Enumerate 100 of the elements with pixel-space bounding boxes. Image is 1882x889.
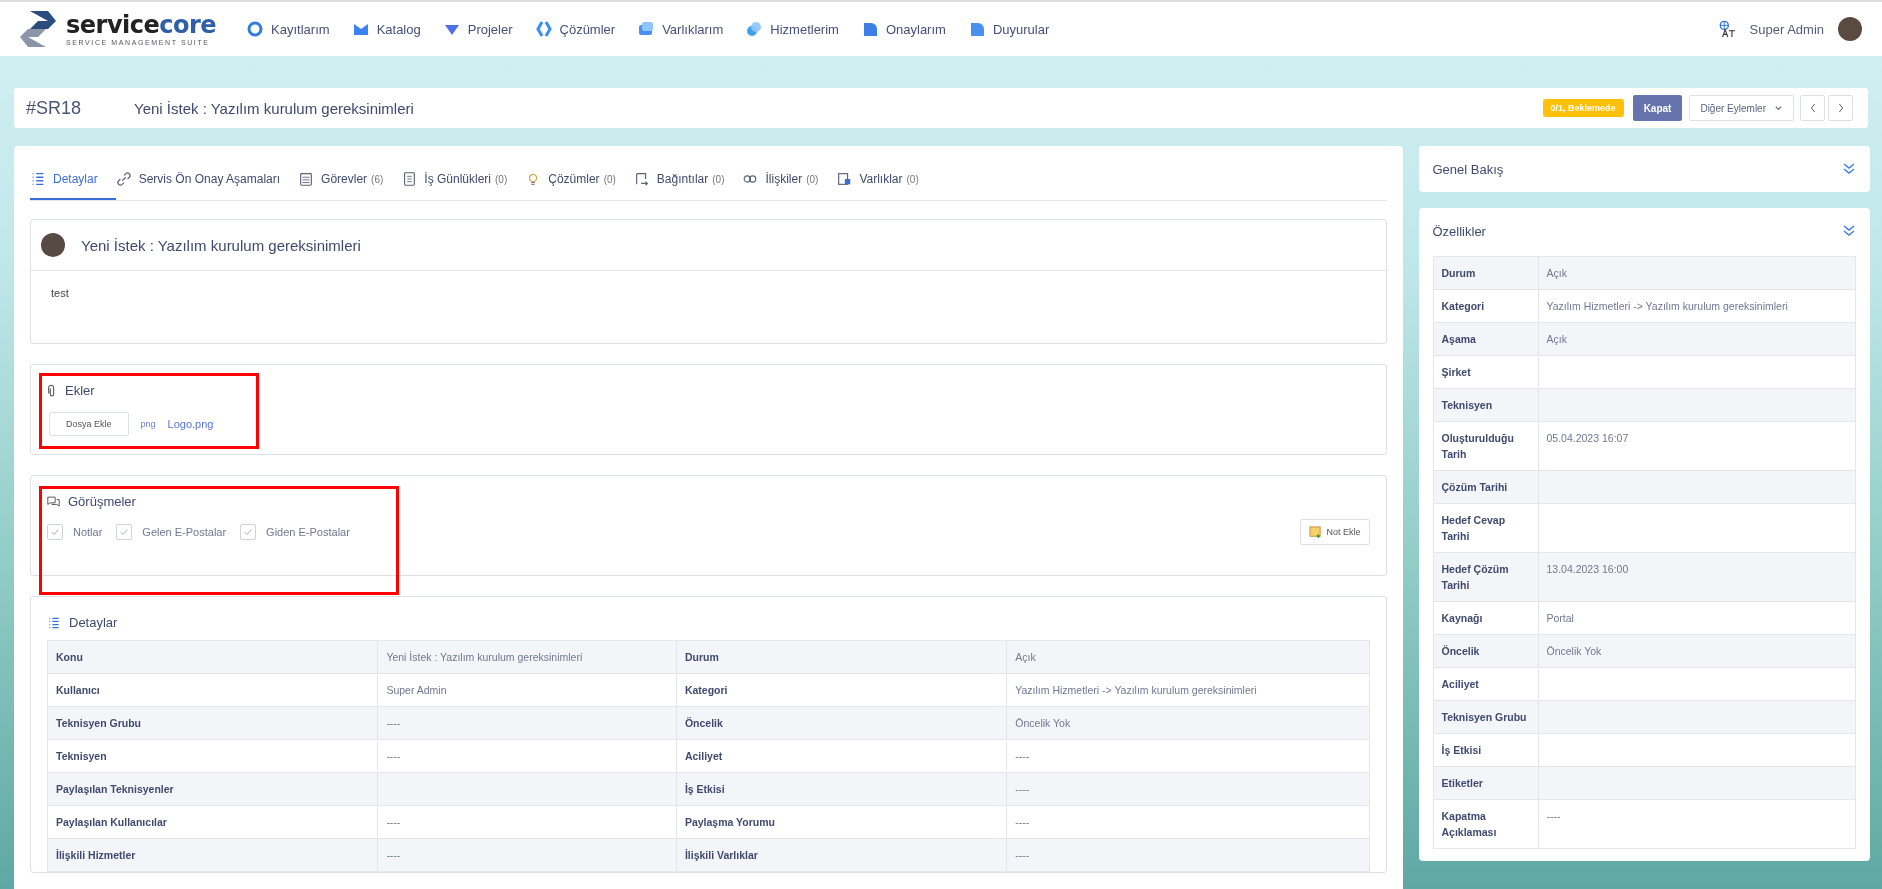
field-label: İlişkili Varlıklar: [684, 849, 758, 861]
property-label: Etiketler: [1441, 777, 1483, 789]
file-link[interactable]: Logo.png: [167, 418, 214, 430]
field-value: ----: [386, 750, 401, 762]
list-icon: [47, 615, 61, 630]
field-value: ----: [386, 849, 401, 861]
property-label: Aciliyet: [1441, 678, 1479, 690]
property-value: 13.04.2023 16:00: [1546, 563, 1629, 575]
checkmark-icon: [243, 527, 254, 537]
brand-name: servicecore: [66, 12, 217, 37]
field-label: Konu: [56, 651, 83, 663]
tab[interactable]: Çözümler (0): [525, 160, 634, 200]
property-label: Aşama: [1441, 333, 1476, 345]
field-label: Aciliyet: [684, 750, 723, 762]
field-label: Paylaşma Yorumu: [684, 816, 775, 828]
checkbox-label[interactable]: Gelen E-Postalar: [142, 526, 227, 538]
property-label: Kaynağı: [1441, 612, 1483, 624]
nav-item[interactable]: Varlıklarım: [662, 21, 724, 37]
double-chevron-icon[interactable]: [1842, 162, 1856, 176]
section-title: Ekler: [65, 383, 95, 398]
tab-icon: [633, 171, 650, 187]
add-note-button[interactable]: Not Ekle: [1300, 519, 1370, 545]
field-label: Teknisyen: [56, 750, 107, 762]
caret-icon: [1774, 103, 1783, 113]
close-request-button[interactable]: Kapat: [1632, 95, 1683, 121]
nav-item-icon: [637, 20, 656, 38]
field-label: Kullanıcı: [56, 684, 100, 696]
nav-item[interactable]: Çözümler: [559, 21, 616, 37]
logo-icon[interactable]: [18, 9, 58, 49]
panel-title[interactable]: Genel Bakış: [1432, 161, 1504, 177]
field-label: Paylaşılan Kullanıcılar: [56, 816, 167, 828]
tab[interactable]: Bağıntılar (0): [633, 160, 743, 200]
request-description: test: [51, 287, 69, 299]
field-value: Super Admin: [386, 684, 447, 696]
nav-item-icon: [246, 20, 265, 38]
tab[interactable]: Servis Ön Onay Aşamaları: [115, 160, 299, 200]
property-label: Teknisyen: [1441, 399, 1493, 411]
tab-icon: [401, 171, 418, 187]
nav-item[interactable]: Hizmetlerim: [770, 21, 839, 37]
user-name[interactable]: Super Admin: [1749, 21, 1824, 37]
tab[interactable]: Detaylar: [30, 160, 116, 200]
chevron-left-icon: [1808, 102, 1817, 114]
field-label: Paylaşılan Teknisyenler: [56, 783, 174, 795]
checkmark-icon: [50, 527, 60, 537]
field-label: İş Etkisi: [684, 783, 725, 795]
request-title: Yeni İstek : Yazılım kurulum gereksinimleri: [134, 99, 414, 117]
property-label: Öncelik: [1441, 645, 1480, 657]
property-label: Çözüm Tarihi: [1441, 481, 1508, 493]
property-label: Teknisyen Grubu: [1441, 711, 1527, 723]
add-file-button[interactable]: Dosya Ekle: [49, 412, 129, 436]
translate-icon[interactable]: [1717, 20, 1736, 38]
field-value: Açık: [1015, 651, 1036, 663]
panel-title[interactable]: Özellikler: [1432, 223, 1486, 239]
property-label: Hedef Cevap Tarihi: [1441, 514, 1506, 542]
section-title: Detaylar: [69, 615, 118, 630]
status-badge: 0/1, Beklemede: [1542, 99, 1624, 117]
property-value: Portal: [1546, 612, 1574, 624]
requester-avatar: [41, 233, 65, 257]
field-label: Durum: [684, 651, 719, 663]
field-value: ----: [1015, 849, 1030, 861]
tab[interactable]: Görevler (6): [298, 160, 402, 200]
property-label: Kategori: [1441, 300, 1485, 312]
chevron-right-icon: [1836, 102, 1845, 114]
tab[interactable]: İş Günlükleri (0): [401, 160, 526, 200]
tab[interactable]: İlişkiler (0): [742, 160, 837, 200]
property-value: Yazılım Hizmetleri -> Yazılım kurulum gereksinimleri: [1546, 300, 1788, 312]
property-value: Açık: [1546, 333, 1567, 345]
more-actions-dropdown[interactable]: Diğer Eylemler: [1689, 95, 1794, 121]
nav-item[interactable]: Projeler: [467, 21, 513, 37]
property-value: ----: [1546, 810, 1561, 822]
checkbox[interactable]: [116, 524, 133, 540]
field-label: Teknisyen Grubu: [56, 717, 141, 729]
tab[interactable]: Varlıklar (0): [836, 160, 937, 200]
property-value: Öncelik Yok: [1546, 645, 1602, 657]
nav-item[interactable]: Kayıtlarım: [271, 21, 330, 37]
nav-item[interactable]: Duyurular: [992, 21, 1050, 37]
property-label: Durum: [1441, 267, 1476, 279]
double-chevron-icon[interactable]: [1842, 224, 1856, 238]
paperclip-icon: [47, 383, 57, 398]
property-label: Oluşturulduğu Tarih: [1441, 432, 1514, 460]
tab-icon: [115, 171, 132, 187]
section-title: Görüşmeler: [68, 494, 136, 509]
file-type: png: [140, 419, 156, 429]
property-label: Hedef Çözüm Tarihi: [1441, 563, 1509, 591]
checkbox[interactable]: [240, 524, 257, 540]
chat-icon: [47, 495, 60, 508]
checkbox[interactable]: [47, 524, 63, 540]
field-label: Kategori: [684, 684, 728, 696]
field-value: ----: [1015, 816, 1030, 828]
request-title: Yeni İstek : Yazılım kurulum gereksinimleri: [81, 236, 361, 254]
property-label: İş Etkisi: [1441, 744, 1482, 756]
checkbox-label[interactable]: Giden E-Postalar: [266, 526, 350, 538]
nav-item-icon: [745, 20, 764, 38]
field-label: Öncelik: [684, 717, 723, 729]
nav-item-icon: [534, 20, 553, 38]
user-avatar[interactable]: [1838, 17, 1862, 41]
nav-item[interactable]: Onaylarım: [885, 21, 946, 37]
nav-item[interactable]: Katalog: [376, 21, 421, 37]
checkbox-label[interactable]: Notlar: [73, 526, 103, 538]
field-value: ----: [386, 816, 401, 828]
